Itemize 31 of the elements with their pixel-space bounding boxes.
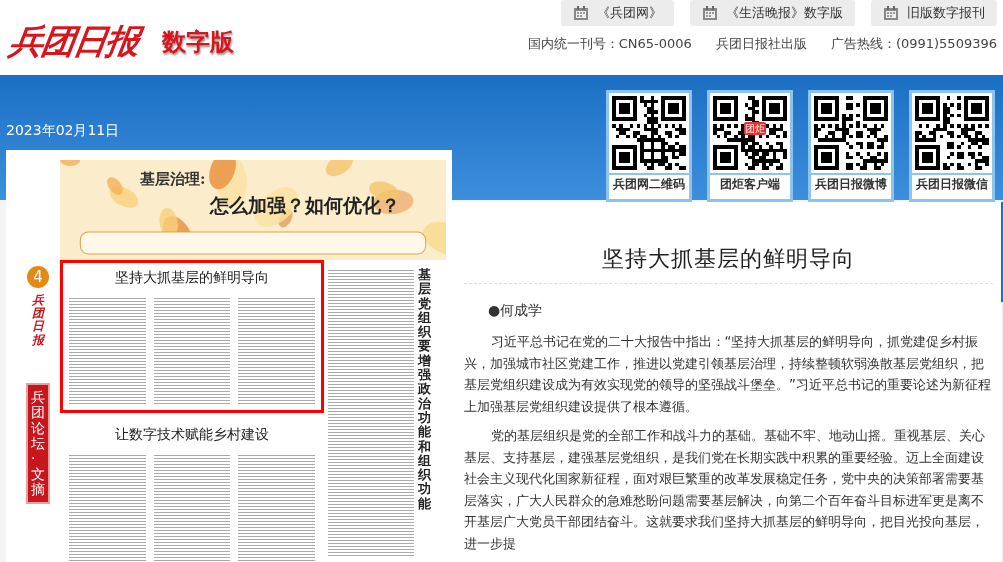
- section-label: 兵团论坛·文摘: [26, 382, 50, 505]
- scrollbar[interactable]: [1001, 202, 1003, 302]
- calendar-icon: [883, 5, 899, 21]
- banner-title: 怎么加强？如何优化？: [208, 192, 401, 218]
- side-headline: 基层党组织要增强政治功能和组织功能: [418, 266, 431, 513]
- info-text: 国内统一刊号：CN65-0006: [527, 35, 692, 53]
- info-text: 广告热线：(0991)5509396: [830, 35, 997, 53]
- article-paragraph: 习近平总书记在党的二十大报告中指出：“坚持大抓基层的鲜明导向，抓党建促乡村振兴，加强城市社区党建工作，推进以党建引领基层治理，持续整顿软弱涣散基层党组织，把基层党组织建设成为有效实现党的领导的坚强战斗堡垒。”习近平总书记的重要论述为新征程上加强基层党组织建设提供了根本遵循。: [464, 333, 992, 416]
- banner-kicker: 基层治理:: [139, 169, 207, 190]
- article-block[interactable]: 让数字技术赋能乡村建设: [60, 417, 324, 562]
- nav-link-button[interactable]: 《兵团网》: [561, 0, 674, 26]
- article-headline: 坚持大抓基层的鲜明导向: [114, 268, 270, 287]
- page-number: 4: [27, 266, 49, 288]
- qr-caption: 兵团日报微博: [811, 173, 891, 193]
- qr-caption: 兵团日报微信: [912, 173, 992, 193]
- qr-caption: 兵团网二维码: [609, 173, 689, 193]
- nav-link-button[interactable]: 《生活晚报》数字版: [690, 0, 855, 26]
- nav-link-button[interactable]: 旧版数字报刊: [871, 0, 997, 26]
- masthead-logo: 兵团日报: [32, 294, 44, 347]
- article-paragraph: 党的基层组织是党的全部工作和战斗力的基础。基础不牢、地动山摇。重视基层、关心基层、支持基层，建强基层党组织，是我们党在长期实践中积累的重要经验。迈上全面建设社会主义现代化国家新征程，面对艰巨繁重的改革发展稳定任务，党中央的决策部署需要基层落实，广大人民群众的急难愁盼问题需要基层解决，向第二个百年奋斗目标进军更是离不开基层广大党员干部团结奋斗。这就要求我们坚持大抓基层的鲜明导向，把目光投向基层，进一步提: [464, 427, 986, 553]
- info-text: 兵团日报社出版: [715, 35, 807, 53]
- article-title: 坚持大抓基层的鲜明导向: [464, 202, 994, 284]
- qr-caption: 团炬客户端: [710, 173, 790, 193]
- logo-subtitle: 数字版: [162, 26, 234, 58]
- article-byline: ●何成学: [487, 301, 544, 320]
- calendar-icon: [573, 5, 589, 21]
- qr-badge: 团炬: [744, 122, 766, 135]
- article-headline: 让数字技术赋能乡村建设: [114, 425, 270, 444]
- date-text: 2023年02月11日: [6, 121, 121, 140]
- article-block[interactable]: 坚持大抓基层的鲜明导向: [60, 260, 324, 413]
- calendar-icon: [702, 5, 718, 21]
